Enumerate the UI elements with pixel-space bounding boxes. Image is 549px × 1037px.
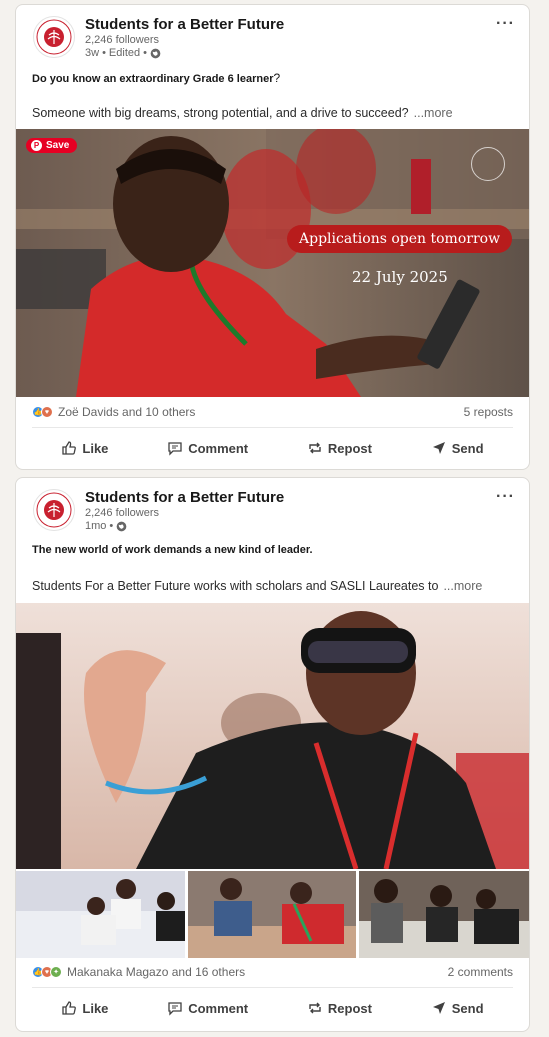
- repost-icon: [309, 1002, 321, 1014]
- like-button[interactable]: Like: [53, 434, 116, 462]
- divider: [32, 427, 513, 428]
- post-body: Students For a Better Future works with …: [32, 579, 483, 593]
- comment-count[interactable]: 2 comments: [448, 965, 513, 979]
- pinterest-save-button[interactable]: P Save: [26, 138, 78, 153]
- thumbnail-photos[interactable]: [16, 871, 530, 958]
- vr-headset-photo: [16, 603, 529, 869]
- globe-icon: [116, 521, 127, 531]
- see-more-link[interactable]: ...more: [443, 579, 482, 593]
- like-icon: [62, 441, 77, 455]
- divider: [32, 987, 513, 988]
- love-reaction-icon: ♥: [41, 406, 53, 418]
- repost-button[interactable]: Repost: [299, 994, 380, 1022]
- send-button[interactable]: Send: [423, 994, 492, 1022]
- reaction-icons: 👍 ♥ ✦: [32, 966, 62, 978]
- comment-icon: [168, 442, 182, 456]
- classroom-photo: [16, 129, 529, 397]
- send-icon: [432, 1002, 445, 1014]
- post-time: 3w: [85, 47, 100, 59]
- post-actions: Like Comment Repost Send: [32, 434, 513, 462]
- post-body: Someone with big dreams, strong potentia…: [32, 106, 453, 120]
- post-card-2: Students for a Better Future 2,246 follo…: [15, 477, 530, 1032]
- post-headline: The new world of work demands a new kind…: [32, 544, 313, 556]
- follower-count: 2,246 followers: [85, 507, 159, 519]
- org-logo-icon[interactable]: [33, 16, 75, 58]
- watermark-logo-icon: [471, 147, 505, 181]
- like-icon: [62, 1001, 77, 1015]
- org-logo-icon[interactable]: [33, 489, 75, 531]
- post-time: 1mo: [85, 520, 107, 532]
- org-name[interactable]: Students for a Better Future: [85, 16, 284, 33]
- more-options-icon[interactable]: ···: [496, 488, 515, 506]
- like-button[interactable]: Like: [53, 994, 116, 1022]
- post-meta: 1mo •: [85, 520, 127, 532]
- post-actions: Like Comment Repost Send: [32, 994, 513, 1022]
- send-icon: [432, 442, 445, 454]
- comment-icon: [168, 1002, 182, 1016]
- see-more-link[interactable]: ...more: [414, 106, 453, 120]
- follower-count: 2,246 followers: [85, 34, 159, 46]
- post-headline: Do you know an extraordinary Grade 6 lea…: [32, 71, 281, 85]
- send-button[interactable]: Send: [423, 434, 492, 462]
- post-image-main[interactable]: [16, 603, 529, 869]
- repost-icon: [309, 442, 321, 454]
- thumbnail-row: [16, 871, 530, 958]
- post-card-1: Students for a Better Future 2,246 follo…: [15, 4, 530, 470]
- repost-button[interactable]: Repost: [299, 434, 380, 462]
- post-header: Students for a Better Future 2,246 follo…: [16, 5, 529, 69]
- more-options-icon[interactable]: ···: [496, 15, 515, 33]
- globe-icon: [150, 48, 161, 58]
- reactions-summary[interactable]: 👍 ♥ Zoë Davids and 10 others: [32, 405, 195, 419]
- org-name[interactable]: Students for a Better Future: [85, 489, 284, 506]
- post-meta: 3w • Edited •: [85, 47, 161, 59]
- reactions-summary[interactable]: 👍 ♥ ✦ Makanaka Magazo and 16 others: [32, 965, 245, 979]
- image-banner: Applications open tomorrow: [287, 225, 513, 253]
- comment-button[interactable]: Comment: [159, 994, 256, 1022]
- pinterest-icon: P: [31, 140, 42, 151]
- post-header: Students for a Better Future 2,246 follo…: [16, 478, 529, 542]
- comment-button[interactable]: Comment: [159, 434, 256, 462]
- celebrate-reaction-icon: ✦: [50, 966, 62, 978]
- post-image[interactable]: P Save Applications open tomorrow 22 Jul…: [16, 129, 529, 397]
- edited-label: Edited: [108, 47, 141, 59]
- image-date: 22 July 2025: [352, 268, 448, 286]
- repost-count[interactable]: 5 reposts: [464, 405, 513, 419]
- reaction-icons: 👍 ♥: [32, 406, 53, 418]
